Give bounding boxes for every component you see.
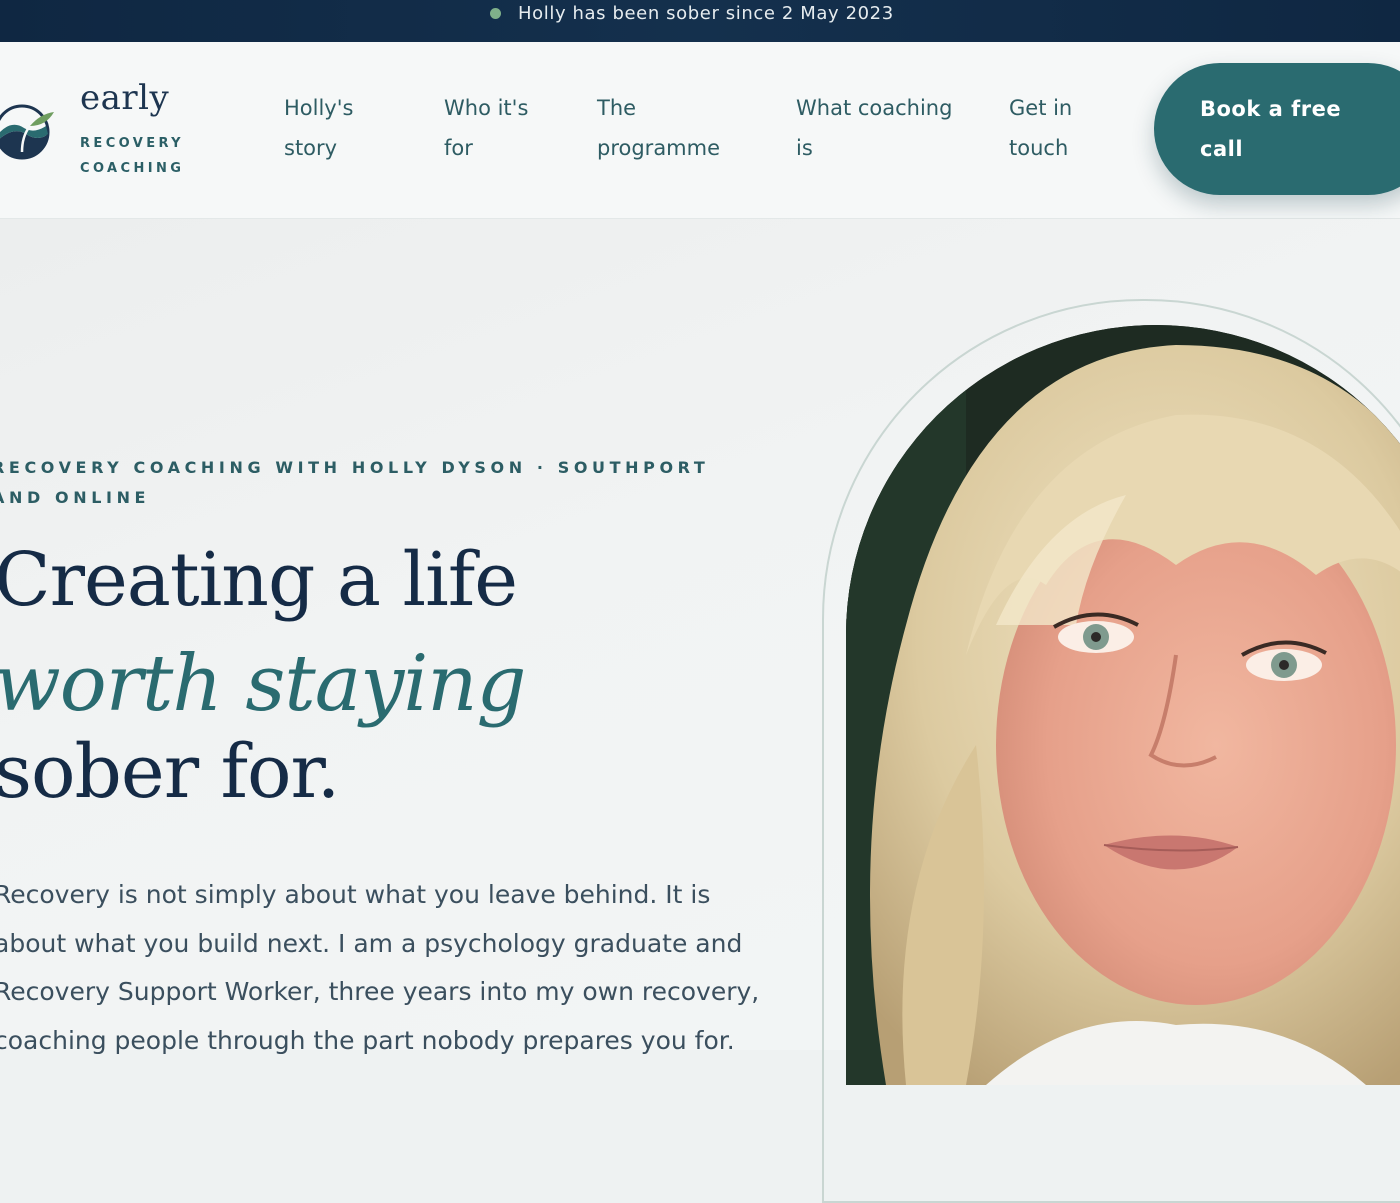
logo-link[interactable]: early RECOVERY COACHING bbox=[0, 42, 200, 218]
book-free-call-button[interactable]: Book a free call bbox=[1154, 63, 1400, 195]
nav-label-line1: What coaching bbox=[796, 96, 953, 120]
logo-sprout-icon bbox=[0, 104, 54, 160]
status-dot-icon bbox=[490, 7, 501, 19]
nav-label-line2: for bbox=[444, 136, 473, 160]
brand-subtitle-line2: COACHING bbox=[80, 161, 185, 176]
nav-label-line2: story bbox=[284, 136, 338, 160]
nav-label-line1: The bbox=[597, 96, 637, 120]
hero-eyebrow: RECOVERY COACHING WITH HOLLY DYSON · SOU… bbox=[0, 458, 710, 507]
nav-who-its-for[interactable]: Who it's for bbox=[444, 88, 528, 168]
cta-label: Book a free call bbox=[1200, 97, 1342, 161]
brand-wordmark: early bbox=[80, 78, 170, 118]
site-header: early RECOVERY COACHING Holly's story Wh… bbox=[0, 42, 1400, 219]
nav-the-programme[interactable]: The programme bbox=[597, 88, 720, 168]
nav-label-line1: Holly's bbox=[284, 96, 354, 120]
nav-label-line2: programme bbox=[597, 136, 721, 160]
hero-intro-paragraph: Recovery is not simply about what you le… bbox=[0, 880, 760, 1055]
holly-portrait-photo bbox=[846, 325, 1400, 1085]
nav-hollys-story[interactable]: Holly's story bbox=[284, 88, 353, 168]
announcement-text: Holly has been sober since 2 May 2023 bbox=[518, 2, 894, 24]
nav-get-in-touch[interactable]: Get in touch bbox=[1009, 88, 1072, 168]
hero-section: RECOVERY COACHING WITH HOLLY DYSON · SOU… bbox=[0, 219, 1400, 1203]
nav-label-line1: Who it's bbox=[444, 96, 529, 120]
portrait-illustration bbox=[846, 325, 1400, 1085]
announcement-bar: Holly has been sober since 2 May 2023 bbox=[0, 0, 1400, 42]
nav-label-line2: is bbox=[796, 136, 813, 160]
nav-label-line1: Get in bbox=[1009, 96, 1073, 120]
headline-line3: sober for. bbox=[0, 729, 340, 815]
brand-subtitle-line1: RECOVERY bbox=[80, 136, 184, 151]
nav-what-coaching-is[interactable]: What coaching is bbox=[796, 88, 952, 168]
nav-label-line2: touch bbox=[1009, 136, 1069, 160]
headline-line1: Creating a life bbox=[0, 537, 518, 623]
headline-script: worth staying bbox=[0, 639, 526, 729]
